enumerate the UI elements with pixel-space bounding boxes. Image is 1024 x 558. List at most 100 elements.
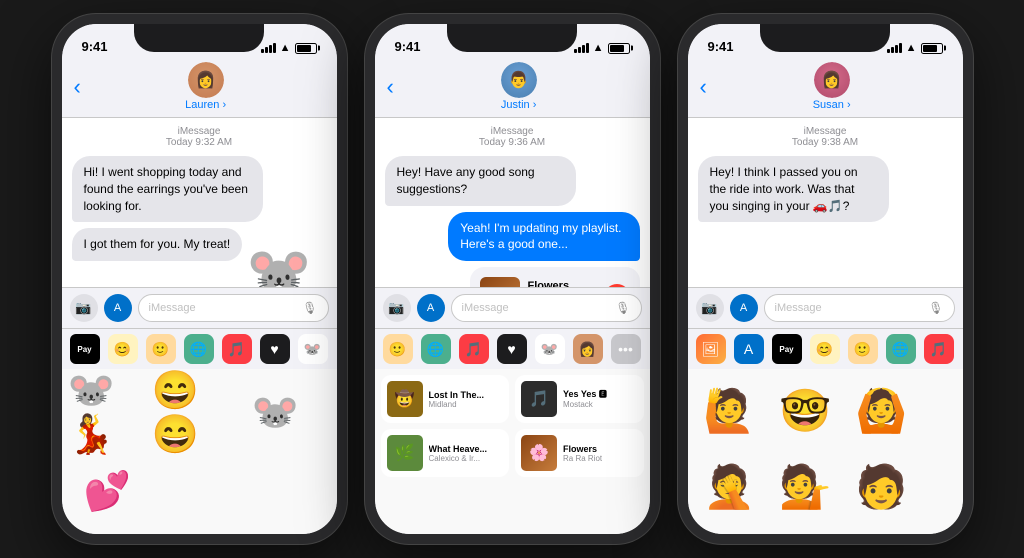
imessage-label: iMessageToday 9:38 AM bbox=[698, 126, 953, 148]
panel-art: 🎵 bbox=[521, 381, 557, 417]
globe-icon[interactable]: 🌐 bbox=[421, 334, 451, 364]
globe-icon[interactable]: 🌐 bbox=[184, 334, 214, 364]
status-icons: ▲ bbox=[574, 42, 630, 54]
contact-name[interactable]: Lauren bbox=[185, 99, 226, 111]
mic-icon: 🎙 bbox=[928, 301, 943, 315]
contact-name[interactable]: Susan bbox=[813, 99, 851, 111]
applepay-icon[interactable]: Pay bbox=[70, 334, 100, 364]
memoji-item[interactable]: 🧑 bbox=[846, 451, 918, 523]
sticker-item[interactable]: 💕 bbox=[68, 454, 148, 529]
memoji-item[interactable]: 💁 bbox=[770, 451, 842, 523]
mickey-icon[interactable]: 🐭 bbox=[298, 334, 328, 364]
status-icons: ▲ bbox=[887, 42, 943, 54]
message-input[interactable]: iMessage 🎙 bbox=[764, 294, 955, 322]
back-button[interactable]: ‹ bbox=[74, 76, 81, 98]
messages-area: iMessageToday 9:38 AM Hey! I think I pas… bbox=[688, 118, 963, 287]
app-strip: 🙂 🌐 🎵 ♥ 🐭 👩 ••• bbox=[375, 328, 650, 369]
music-panel-row: 🌿 What Heave... Calexico & Ir... 🌸 Flowe… bbox=[381, 429, 644, 477]
photos-icon[interactable]: 🖼 bbox=[696, 334, 726, 364]
avatar: 👩 bbox=[814, 62, 850, 98]
wifi-icon: ▲ bbox=[593, 42, 604, 54]
memoji-icon[interactable]: 🙂 bbox=[383, 334, 413, 364]
status-bar: 9:41 ▲ bbox=[62, 24, 337, 58]
panel-track-artist: Mostack bbox=[563, 400, 607, 409]
mic-icon: 🎙 bbox=[302, 301, 317, 315]
emoji-icon[interactable]: 😊 bbox=[810, 334, 840, 364]
music-title: Flowers bbox=[528, 280, 596, 287]
back-button[interactable]: ‹ bbox=[387, 76, 394, 98]
message-input[interactable]: iMessage 🎙 bbox=[451, 294, 642, 322]
avatar-image: 👩 bbox=[188, 62, 224, 98]
music-card[interactable]: 🌸 Flowers Ra Ra Riot 🍎 Music ▶ bbox=[470, 267, 640, 287]
message-bubble: Yeah! I'm updating my playlist. Here's a… bbox=[448, 212, 639, 262]
imessage-label: iMessageToday 9:36 AM bbox=[385, 126, 640, 148]
sticker-item[interactable]: 😄😄 bbox=[152, 375, 232, 450]
panel-track-title: Lost In The... bbox=[429, 390, 485, 400]
appstore-icon[interactable]: A bbox=[104, 294, 132, 322]
panel-track-artist: Midland bbox=[429, 400, 485, 409]
app-strip: Pay 😊 🙂 🌐 🎵 ♥ 🐭 bbox=[62, 328, 337, 369]
appstore-icon[interactable]: A bbox=[417, 294, 445, 322]
panel-info: What Heave... Calexico & Ir... bbox=[429, 444, 488, 463]
message-bubble: Hi! I went shopping today and found the … bbox=[72, 156, 263, 222]
phone-lauren: 9:41 ▲ ‹ 👩 Lauren bbox=[52, 14, 347, 544]
heart-icon[interactable]: ♥ bbox=[497, 334, 527, 364]
emoji-icon[interactable]: 😊 bbox=[108, 334, 138, 364]
music-icon[interactable]: 🎵 bbox=[222, 334, 252, 364]
screen-justin: 9:41 ▲ ‹ 👨 Justin bbox=[375, 24, 650, 534]
avatar-image: 👩 bbox=[814, 62, 850, 98]
memoji-icon[interactable]: 🙂 bbox=[146, 334, 176, 364]
memoji-item[interactable]: 🙋 bbox=[694, 375, 766, 447]
nav-bar: ‹ 👨 Justin bbox=[375, 58, 650, 118]
music-panel-item[interactable]: 🌿 What Heave... Calexico & Ir... bbox=[381, 429, 510, 477]
music-panel-item[interactable]: 🌸 Flowers Ra Ra Riot bbox=[515, 429, 644, 477]
panel-info: Yes Yes 🅴 Mostack bbox=[563, 389, 607, 409]
mickey-icon[interactable]: 🐭 bbox=[535, 334, 565, 364]
music-panel-row: 🤠 Lost In The... Midland 🎵 Yes Yes 🅴 Mos… bbox=[381, 375, 644, 423]
panel-art: 🤠 bbox=[387, 381, 423, 417]
screen-susan: 9:41 ▲ ‹ 👩 Susan bbox=[688, 24, 963, 534]
app-strip: 🖼 A Pay 😊 🙂 🌐 🎵 bbox=[688, 328, 963, 369]
music-icon[interactable]: 🎵 bbox=[924, 334, 954, 364]
contact-name[interactable]: Justin bbox=[501, 99, 536, 111]
music-panel: 🤠 Lost In The... Midland 🎵 Yes Yes 🅴 Mos… bbox=[375, 369, 650, 534]
back-button[interactable]: ‹ bbox=[700, 76, 707, 98]
more-icon[interactable]: ••• bbox=[611, 334, 641, 364]
status-bar: 9:41 ▲ bbox=[688, 24, 963, 58]
appstore-icon[interactable]: A bbox=[730, 294, 758, 322]
panel-track-title: What Heave... bbox=[429, 444, 488, 454]
nav-center: 👩 Susan bbox=[713, 62, 951, 111]
music-panel-item[interactable]: 🎵 Yes Yes 🅴 Mostack bbox=[515, 375, 644, 423]
heart-icon[interactable]: ♥ bbox=[260, 334, 290, 364]
wifi-icon: ▲ bbox=[906, 42, 917, 54]
input-bar: 📷 A iMessage 🎙 bbox=[375, 287, 650, 328]
memoji-item[interactable]: 🤓 bbox=[770, 375, 842, 447]
music-artwork: 🌸 bbox=[480, 277, 520, 287]
messages-area: iMessageToday 9:32 AM Hi! I went shoppin… bbox=[62, 118, 337, 287]
memoji-item[interactable]: 🙆 bbox=[846, 375, 918, 447]
message-input[interactable]: iMessage 🎙 bbox=[138, 294, 329, 322]
battery-icon bbox=[608, 43, 630, 54]
battery-icon bbox=[295, 43, 317, 54]
signal-icon bbox=[261, 43, 276, 53]
globe-icon[interactable]: 🌐 bbox=[886, 334, 916, 364]
placeholder-text: iMessage bbox=[775, 302, 929, 314]
camera-icon[interactable]: 📷 bbox=[70, 294, 98, 322]
camera-icon[interactable]: 📷 bbox=[383, 294, 411, 322]
music-panel-item[interactable]: 🤠 Lost In The... Midland bbox=[381, 375, 510, 423]
applepay-icon[interactable]: Pay bbox=[772, 334, 802, 364]
camera-icon[interactable]: 📷 bbox=[696, 294, 724, 322]
phone-susan: 9:41 ▲ ‹ 👩 Susan bbox=[678, 14, 973, 544]
memoji-icon[interactable]: 🙂 bbox=[848, 334, 878, 364]
avatar-icon[interactable]: 👩 bbox=[573, 334, 603, 364]
input-bar: 📷 A iMessage 🎙 bbox=[62, 287, 337, 328]
wifi-icon: ▲ bbox=[280, 42, 291, 54]
appstore-icon[interactable]: A bbox=[734, 334, 764, 364]
signal-icon bbox=[574, 43, 589, 53]
music-icon[interactable]: 🎵 bbox=[459, 334, 489, 364]
sticker-item[interactable]: 🐭💃 bbox=[68, 375, 148, 450]
sticker-panel: 🐭💃 😄😄 🐭 💕 bbox=[62, 369, 337, 534]
sticker-item[interactable]: 🐭 bbox=[236, 375, 316, 450]
nav-bar: ‹ 👩 Susan bbox=[688, 58, 963, 118]
memoji-item[interactable]: 🤦 bbox=[694, 451, 766, 523]
